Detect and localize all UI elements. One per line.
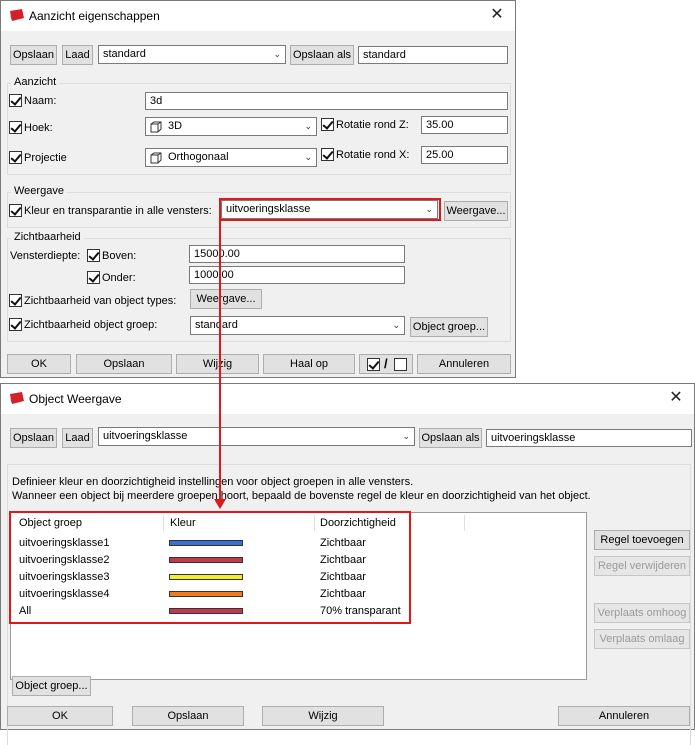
name-label: Naam: [24, 95, 57, 107]
save-footer-button[interactable]: Opslaan [132, 706, 244, 726]
top-label: Boven: [102, 250, 137, 262]
rotx-input[interactable]: 25.00 [421, 146, 508, 164]
column-divider [464, 515, 465, 531]
projection-checkbox[interactable] [9, 151, 22, 164]
load-button[interactable]: Laad [62, 428, 93, 448]
ok-button[interactable]: OK [7, 354, 71, 374]
object-group-label: Zichtbaarheid object groep: [24, 319, 158, 331]
cancel-button[interactable]: Annuleren [558, 706, 690, 726]
description-line-1: Definieer kleur en doorzichtigheid inste… [12, 476, 414, 488]
object-types-label: Zichtbaarheid van object types: [24, 295, 177, 307]
description-line-2: Wanneer een object bij meerdere groepen … [12, 490, 591, 502]
color-transparency-label: Kleur en transparantie in alle vensters: [24, 205, 212, 217]
close-icon[interactable]: ✕ [666, 388, 686, 408]
checked-box-icon [367, 358, 380, 371]
object-types-checkbox[interactable] [9, 294, 22, 307]
move-up-button[interactable]: Verplaats omhoog [594, 603, 690, 623]
object-group-value: standard [195, 319, 238, 331]
arrow-down-icon [214, 499, 226, 509]
rotx-label: Rotatie rond X: [336, 149, 410, 161]
app-icon [10, 392, 24, 404]
cube-icon [150, 152, 162, 164]
save-as-button[interactable]: Opslaan als [419, 428, 482, 448]
title-bar: Aanzicht eigenschappen ✕ [1, 1, 515, 31]
chevron-down-icon: ⌄ [392, 320, 400, 330]
preset-select[interactable]: standard ⌄ [98, 45, 286, 64]
bottom-label: Onder: [102, 272, 136, 284]
close-icon[interactable]: ✕ [487, 5, 507, 25]
cancel-button[interactable]: Annuleren [417, 354, 511, 374]
angle-checkbox[interactable] [9, 121, 22, 134]
projection-value: Orthogonaal [168, 151, 229, 163]
app-icon [10, 9, 24, 21]
name-input[interactable]: 3d [145, 92, 508, 110]
move-down-button[interactable]: Verplaats omlaag [594, 629, 690, 649]
unchecked-box-icon [394, 358, 407, 371]
save-button[interactable]: Opslaan [10, 428, 57, 448]
object-types-button[interactable]: Weergave... [190, 289, 262, 309]
aanzicht-group-title: Aanzicht [11, 76, 60, 88]
color-transparency-checkbox[interactable] [9, 204, 22, 217]
preset-select[interactable]: uitvoeringsklasse ⌄ [98, 427, 415, 446]
chevron-down-icon: ⌄ [304, 121, 312, 131]
bottom-checkbox[interactable] [87, 271, 100, 284]
object-weergave-window: Object Weergave ✕ Opslaan Laad uitvoerin… [0, 383, 695, 745]
preset-value: standard [103, 48, 146, 60]
weergave-button[interactable]: Weergave... [444, 201, 508, 221]
bottom-input[interactable]: 1000.00 [189, 266, 405, 284]
save-as-button[interactable]: Opslaan als [290, 45, 354, 65]
modify-button[interactable]: Wijzig [262, 706, 384, 726]
rotz-input[interactable]: 35.00 [421, 116, 508, 134]
cube-icon [150, 121, 162, 133]
object-group-select[interactable]: standard ⌄ [190, 316, 405, 335]
object-group-checkbox[interactable] [9, 318, 22, 331]
angle-value: 3D [168, 120, 183, 132]
connector-line [219, 219, 221, 502]
weergave-group-title: Weergave [11, 185, 67, 197]
projection-label: Projectie [24, 152, 67, 164]
highlight-box [9, 511, 411, 624]
add-rule-button[interactable]: Regel toevoegen [594, 530, 690, 550]
title-bar: Object Weergave ✕ [1, 384, 694, 414]
rotx-checkbox[interactable] [321, 148, 334, 161]
modify-button[interactable]: Wijzig [176, 354, 259, 374]
window-title: Object Weergave [29, 392, 122, 406]
save-footer-button[interactable]: Opslaan [76, 354, 172, 374]
fetch-button[interactable]: Haal op [263, 354, 355, 374]
chevron-down-icon: ⌄ [304, 152, 312, 162]
window-depth-label: Vensterdiepte: [10, 250, 81, 262]
rotz-checkbox[interactable] [321, 118, 334, 131]
toggle-all-button[interactable]: / [359, 354, 413, 374]
top-input[interactable]: 15000.00 [189, 245, 405, 263]
angle-select[interactable]: 3D ⌄ [145, 117, 317, 136]
save-button[interactable]: Opslaan [10, 45, 57, 65]
object-group-button[interactable]: Object groep... [12, 676, 91, 696]
load-button[interactable]: Laad [62, 45, 93, 65]
name-checkbox[interactable] [9, 94, 22, 107]
save-as-input[interactable]: uitvoeringsklasse [486, 429, 692, 447]
highlight-box [219, 198, 441, 221]
object-group-button[interactable]: Object groep... [410, 317, 488, 337]
save-as-input[interactable]: standard [358, 46, 508, 64]
zichtbaarheid-group-title: Zichtbaarheid [11, 231, 84, 243]
toggle-separator: / [384, 356, 388, 371]
window-title: Aanzicht eigenschappen [29, 9, 160, 23]
chevron-down-icon: ⌄ [402, 431, 410, 441]
top-checkbox[interactable] [87, 249, 100, 262]
ok-button[interactable]: OK [7, 706, 113, 726]
rotz-label: Rotatie rond Z: [336, 119, 409, 131]
aanzicht-eigenschappen-window: Aanzicht eigenschappen ✕ Opslaan Laad st… [0, 0, 516, 378]
chevron-down-icon: ⌄ [273, 49, 281, 59]
angle-label: Hoek: [24, 122, 53, 134]
preset-value: uitvoeringsklasse [103, 430, 188, 442]
projection-select[interactable]: Orthogonaal ⌄ [145, 148, 317, 167]
remove-rule-button[interactable]: Regel verwijderen [594, 556, 690, 576]
